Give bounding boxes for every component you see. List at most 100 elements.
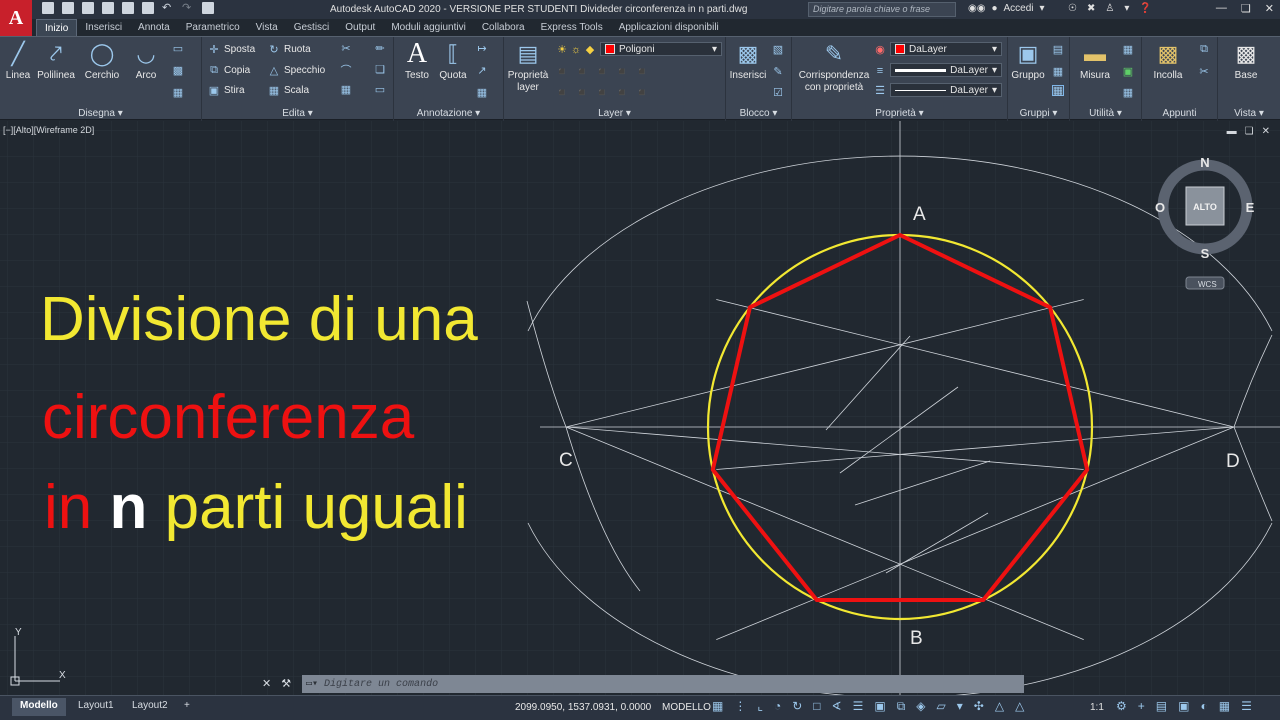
linetype-icon[interactable]: ☰	[874, 85, 886, 97]
customization-menu-icon[interactable]: ☰	[1241, 699, 1252, 713]
ruota-button[interactable]: ↻ Ruota	[268, 43, 310, 56]
attribute-icon[interactable]: ☑	[772, 87, 784, 99]
quick-properties-icon[interactable]: ▣	[1178, 699, 1189, 713]
polilinea-button[interactable]: ⤤ Polilinea	[34, 41, 78, 82]
tab-inizio[interactable]: Inizio	[36, 19, 78, 36]
polar-icon[interactable]: ◔	[774, 699, 781, 714]
scala-button[interactable]: ▦ Scala	[268, 84, 309, 97]
annotation-visibility-icon[interactable]: △	[995, 699, 1004, 714]
quota-button[interactable]: ⟦ Quota	[436, 41, 470, 82]
tab-modello[interactable]: Modello	[12, 698, 66, 716]
grid-icon[interactable]: ▦	[712, 699, 723, 714]
tab-vista[interactable]: Vista	[248, 19, 286, 36]
layer-tool-3-icon[interactable]: ◾	[595, 66, 609, 78]
table-icon[interactable]: ▦	[476, 87, 488, 99]
tab-express-tools[interactable]: Express Tools	[533, 19, 611, 36]
auto-scale-icon[interactable]: △	[1015, 699, 1024, 714]
user-icon[interactable]: ●	[991, 3, 997, 14]
dynamic-ucs-icon[interactable]: ▱	[937, 699, 946, 714]
viewport-close-icon[interactable]: ✕	[1262, 126, 1270, 137]
rectangle-icon[interactable]: ▭	[172, 43, 184, 55]
command-input[interactable]: Digitare un comando	[324, 679, 438, 690]
panel-label-appunti[interactable]: Appunti	[1142, 108, 1217, 119]
misura-button[interactable]: ▬ Misura	[1076, 41, 1114, 82]
workspace-icon[interactable]	[202, 2, 214, 14]
copia-button[interactable]: ⧉ Copia	[208, 64, 250, 76]
add-layout-icon[interactable]: +	[176, 698, 198, 716]
exchange-icon[interactable]: ✖	[1087, 3, 1095, 14]
color-wheel-icon[interactable]: ◉	[874, 44, 886, 56]
binoculars-icon[interactable]: ◉◉	[968, 3, 985, 14]
layer-tool-6-icon[interactable]: ◾	[555, 87, 569, 99]
app-logo[interactable]: A	[0, 0, 32, 36]
compass-north[interactable]: N	[1200, 155, 1209, 170]
selection-filter-icon[interactable]: ▾	[957, 699, 963, 714]
trim-icon[interactable]: ✂	[340, 43, 352, 55]
viewport-controls-label[interactable]: [−][Alto][Wireframe 2D]	[3, 125, 94, 135]
panel-label-proprieta[interactable]: Proprietà ▾	[792, 108, 1007, 119]
array-icon[interactable]: ▦	[340, 84, 352, 96]
tab-gestisci[interactable]: Gestisci	[286, 19, 338, 36]
lock-icon[interactable]: ◆	[584, 44, 596, 56]
panel-label-layer[interactable]: Layer ▾	[504, 108, 725, 119]
account-icon[interactable]: ♙	[1105, 3, 1114, 14]
base-button[interactable]: ▩ Base	[1224, 41, 1268, 82]
save-icon[interactable]	[82, 2, 94, 14]
layer-tool-2-icon[interactable]: ◾	[575, 66, 589, 78]
viewport-minimize-icon[interactable]: ▬	[1227, 126, 1237, 137]
copy-clip-icon[interactable]: ⧉	[1198, 43, 1210, 55]
layer-tool-4-icon[interactable]: ◾	[615, 66, 629, 78]
lineweight-status-icon[interactable]: ☰	[853, 699, 864, 714]
linea-button[interactable]: ╱ Linea	[4, 41, 32, 82]
layer-tool-9-icon[interactable]: ◾	[615, 87, 629, 99]
minimize-icon[interactable]: —	[1216, 2, 1227, 15]
plot-icon[interactable]	[122, 2, 134, 14]
gizmo-icon[interactable]: ✣	[974, 699, 984, 714]
linetype-dropdown[interactable]: DaLayer ▾	[890, 83, 1002, 97]
lineweight-dropdown[interactable]: DaLayer ▾	[890, 63, 1002, 77]
drawing-viewport[interactable]: Y X ALTO N S E O WCS A B C D [−][Alto][W…	[0, 121, 1280, 695]
panel-label-edita[interactable]: Edita ▾	[202, 108, 393, 119]
compass-west[interactable]: O	[1155, 200, 1165, 215]
layer-tool-5-icon[interactable]: ◾	[635, 66, 649, 78]
maximize-icon[interactable]: ❏	[1241, 2, 1251, 15]
customize-icon[interactable]: ⚒	[281, 677, 291, 690]
close-command-icon[interactable]: ✕	[262, 677, 271, 690]
new-file-icon[interactable]	[42, 2, 54, 14]
coordinates-readout[interactable]: 2099.0950, 1537.0931, 0.0000	[515, 702, 651, 713]
compass-east[interactable]: E	[1246, 200, 1255, 215]
tab-annota[interactable]: Annota	[130, 19, 178, 36]
undo-icon[interactable]: ↶	[162, 2, 174, 14]
explode-icon[interactable]: ❏	[374, 64, 386, 76]
osnap-icon[interactable]: □	[813, 699, 820, 714]
fullscreen-icon[interactable]: ▦	[1219, 699, 1230, 713]
model-space-toggle[interactable]: MODELLO	[662, 702, 711, 713]
cart-icon[interactable]: ☉	[1068, 3, 1077, 14]
cerchio-button[interactable]: ◯ Cerchio	[82, 41, 122, 82]
panel-label-utilita[interactable]: Utilità ▾	[1070, 108, 1141, 119]
redo-icon[interactable]: ↷	[182, 2, 194, 14]
annotation-scale[interactable]: 1:1	[1090, 702, 1104, 713]
inserisci-button[interactable]: ▩ Inserisci	[728, 41, 768, 82]
units-icon[interactable]: ▤	[1156, 699, 1167, 713]
share-icon[interactable]	[142, 2, 154, 14]
linear-dim-icon[interactable]: ↦	[476, 43, 488, 55]
transparency-icon[interactable]: ▣	[874, 699, 885, 714]
help-icon[interactable]: ❓	[1139, 3, 1151, 14]
tab-output[interactable]: Output	[337, 19, 383, 36]
layer-tool-1-icon[interactable]: ◾	[555, 66, 569, 78]
tab-layout2[interactable]: Layout2	[124, 698, 176, 716]
3d-osnap-icon[interactable]: ◈	[916, 699, 925, 714]
settings-icon[interactable]: ⚙	[1116, 699, 1127, 713]
panel-label-disegna[interactable]: Disegna ▾	[0, 108, 201, 119]
open-file-icon[interactable]	[62, 2, 74, 14]
save-as-icon[interactable]	[102, 2, 114, 14]
layer-tool-8-icon[interactable]: ◾	[595, 87, 609, 99]
tab-inserisci[interactable]: Inserisci	[77, 19, 130, 36]
command-prompt-icon[interactable]: ▭▾	[306, 678, 318, 690]
ungroup-icon[interactable]: ▤	[1052, 44, 1064, 56]
edit-block-icon[interactable]: ✎	[772, 66, 784, 78]
layer-tool-10-icon[interactable]: ◾	[635, 87, 649, 99]
arco-button[interactable]: ◡ Arco	[128, 41, 164, 82]
fillet-icon[interactable]: ⌒	[340, 64, 352, 77]
